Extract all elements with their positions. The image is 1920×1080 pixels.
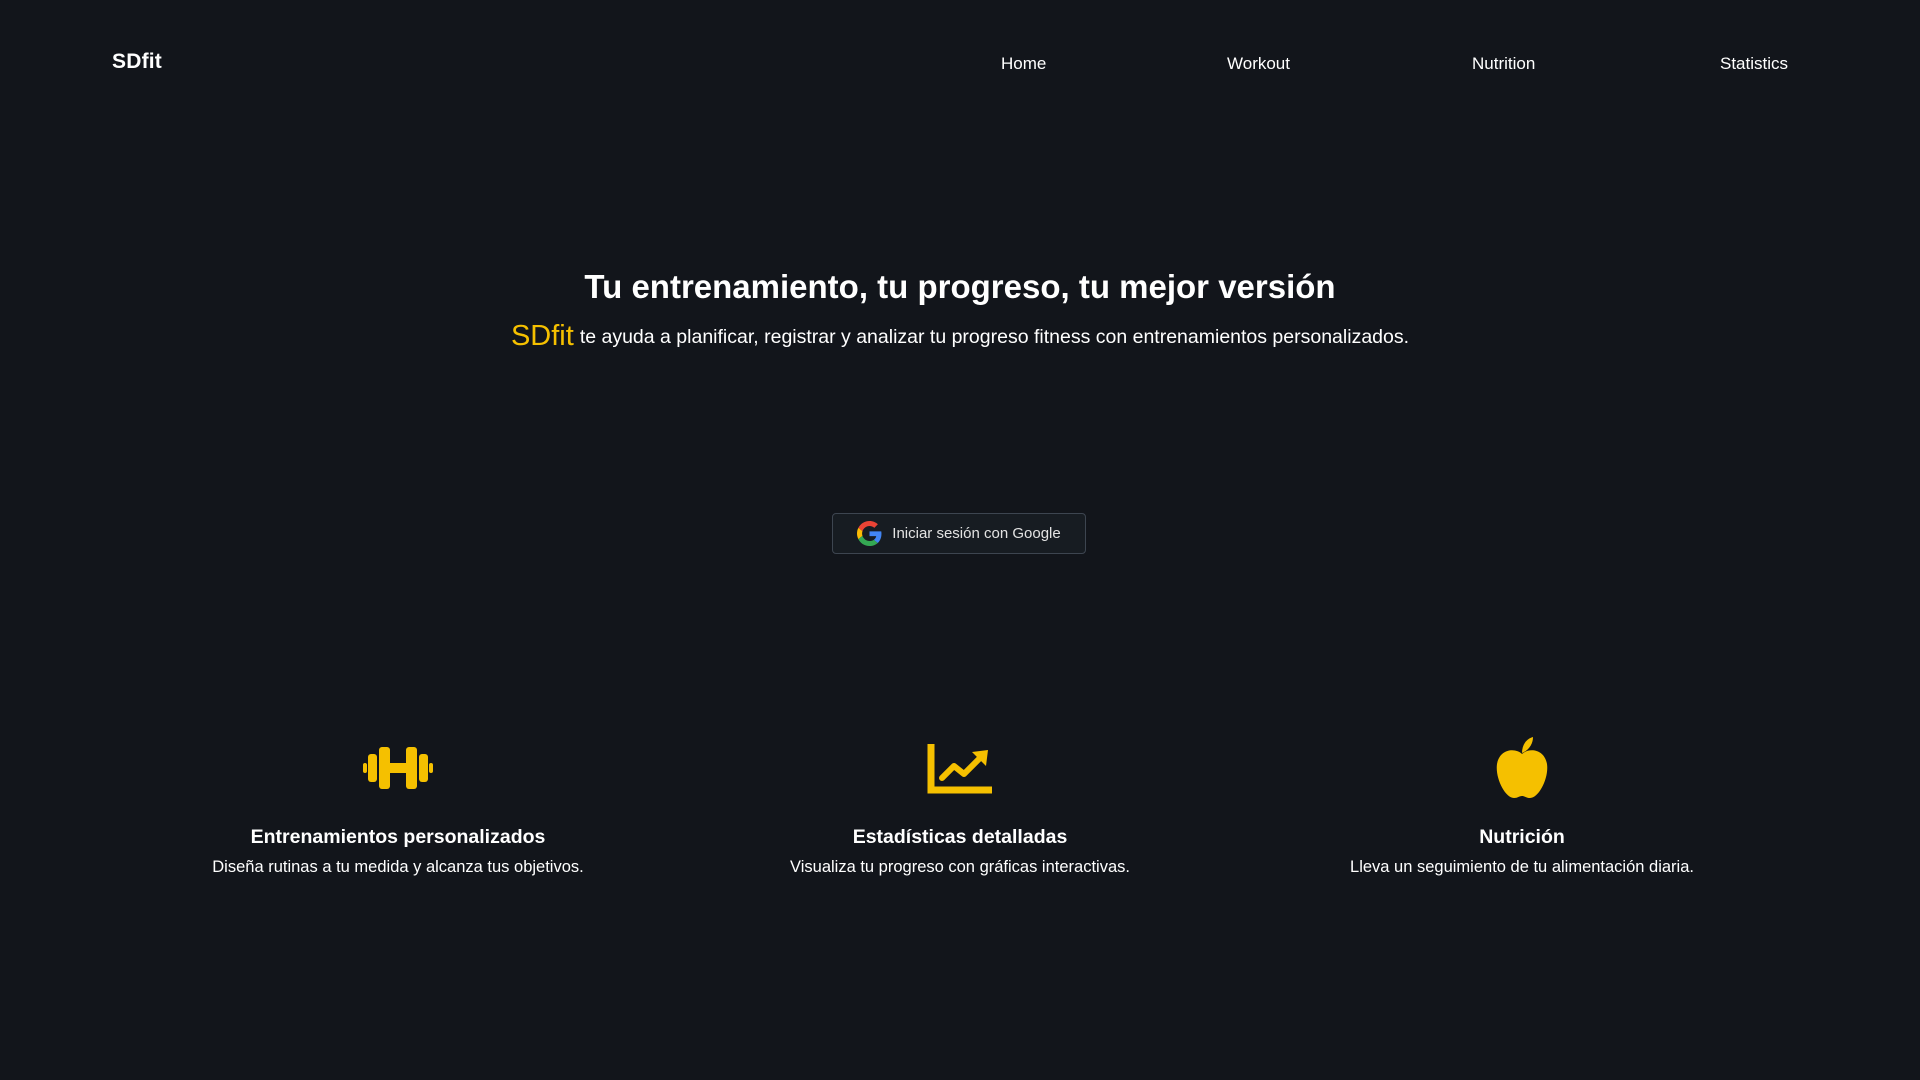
hero-brand-highlight: SDfit xyxy=(510,320,574,352)
feature-description: Diseña rutinas a tu medida y alcanza tus… xyxy=(212,858,584,876)
brand-logo[interactable]: SDfit xyxy=(112,50,162,74)
hero-subtitle-text: te ayuda a planificar, registrar y anali… xyxy=(579,326,1410,348)
hero-subtitle: SDfit te ayuda a planificar, registrar y … xyxy=(0,320,1920,353)
nav-workout[interactable]: Workout xyxy=(1227,54,1290,74)
feature-description: Lleva un seguimiento de tu alimentación … xyxy=(1350,858,1694,876)
feature-title: Estadísticas detalladas xyxy=(852,826,1068,848)
feature-title: Entrenamientos personalizados xyxy=(250,826,546,848)
feature-statistics: Estadísticas detalladas Visualiza tu pro… xyxy=(680,736,1240,877)
google-g-icon xyxy=(857,521,882,546)
feature-workouts: Entrenamientos personalizados Diseña rut… xyxy=(118,736,678,877)
landing-page: SDfit Home Workout Nutrition Statistics … xyxy=(0,0,1920,1080)
feature-description: Visualiza tu progreso con gráficas inter… xyxy=(790,858,1130,876)
google-signin-label: Iniciar sesión con Google xyxy=(892,525,1061,542)
google-signin-button[interactable]: Iniciar sesión con Google xyxy=(832,513,1086,554)
dumbbell-icon xyxy=(363,747,433,789)
hero-title: Tu entrenamiento, tu progreso, tu mejor … xyxy=(584,268,1336,305)
nav-statistics[interactable]: Statistics xyxy=(1720,54,1788,74)
nav-home[interactable]: Home xyxy=(1001,54,1046,74)
apple-icon xyxy=(1496,737,1548,798)
nav-nutrition[interactable]: Nutrition xyxy=(1472,54,1535,74)
chart-line-icon xyxy=(927,744,992,794)
feature-title: Nutrición xyxy=(1479,826,1565,848)
feature-nutrition: Nutrición Lleva un seguimiento de tu ali… xyxy=(1242,736,1802,877)
